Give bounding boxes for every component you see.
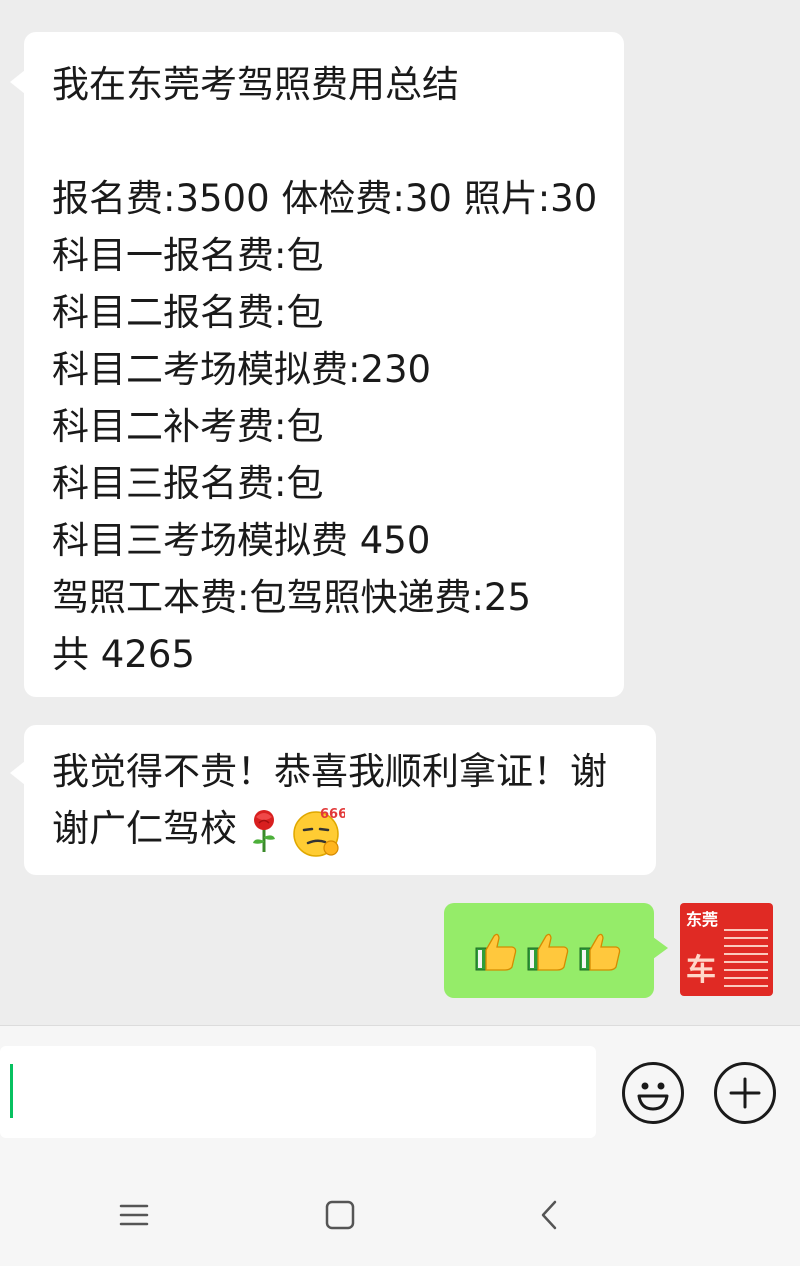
message-line: 共 4265 [52, 633, 195, 676]
message-line: 科目三报名费:包 [52, 462, 324, 505]
message-line: 科目一报名费:包 [52, 234, 324, 277]
message-bubble-thanks[interactable]: 我觉得不贵！恭喜我顺利拿证！谢 谢广仁驾校 666 [10, 725, 656, 875]
thumbs-up-icon [527, 933, 569, 971]
svg-text:666: 666 [320, 807, 345, 822]
home-icon[interactable] [320, 1195, 360, 1235]
avatar-text-large: 车 [686, 953, 716, 988]
message-line-blank [52, 113, 596, 170]
user-avatar[interactable]: 东莞 车 [680, 903, 773, 996]
message-bubble-outgoing-thumbs[interactable] [444, 903, 668, 998]
message-line: 科目三考场模拟费 450 [52, 519, 431, 562]
message-line: 我觉得不贵！恭喜我顺利拿证！谢 [52, 750, 607, 793]
message-line: 科目二补考费:包 [52, 405, 324, 448]
message-text: 谢广仁驾校 [52, 807, 237, 850]
message-line: 驾照工本费:包驾照快递费:25 [52, 576, 532, 619]
message-line-with-emoji: 谢广仁驾校 666 [52, 800, 628, 858]
back-icon[interactable] [530, 1195, 570, 1235]
message-line: 科目二报名费:包 [52, 291, 324, 334]
text-caret [10, 1064, 13, 1118]
chat-area[interactable]: 我在东莞考驾照费用总结 报名费:3500 体检费:30 照片:30 科目一报名费… [0, 0, 800, 1025]
message-bubble-fee-summary[interactable]: 我在东莞考驾照费用总结 报名费:3500 体检费:30 照片:30 科目一报名费… [10, 32, 624, 697]
message-line: 科目二考场模拟费:230 [52, 348, 432, 391]
smirk-666-icon: 666 [292, 807, 345, 857]
system-nav-bar [0, 1165, 800, 1266]
plus-icon [729, 1077, 761, 1109]
message-input[interactable] [0, 1046, 596, 1138]
thumbs-up-icon [475, 933, 517, 971]
message-line: 我在东莞考驾照费用总结 [52, 63, 459, 106]
rose-icon [252, 809, 275, 852]
avatar-decoration [724, 929, 768, 993]
emoji-button[interactable] [622, 1062, 684, 1124]
avatar-text: 东莞 [686, 910, 719, 929]
thumbs-up-icon [579, 933, 621, 971]
menu-icon[interactable] [114, 1195, 154, 1235]
emoji-icon [637, 1082, 669, 1111]
message-line: 报名费:3500 体检费:30 照片:30 [52, 177, 598, 220]
more-button[interactable] [714, 1062, 776, 1124]
